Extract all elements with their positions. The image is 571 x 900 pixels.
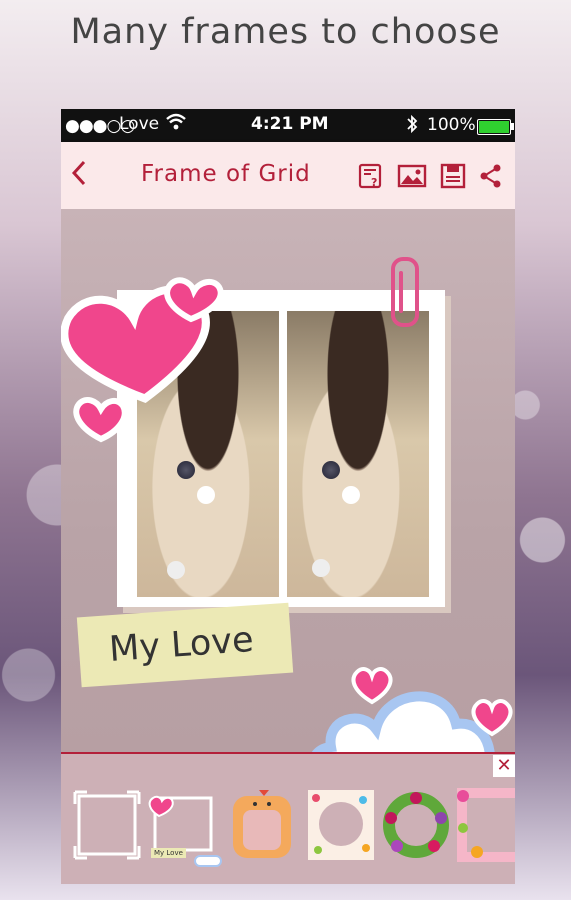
status-bar: ●●●○○ Love 4:21 PM 100%: [61, 109, 515, 142]
hearts-sticker[interactable]: [61, 269, 231, 459]
frame-picker: ✕ My Love: [61, 752, 515, 884]
help-document-icon[interactable]: ?: [357, 162, 385, 190]
page-title: Frame of Grid: [141, 161, 311, 187]
paperclip-sticker[interactable]: [391, 257, 419, 327]
small-heart-sticker-2[interactable]: [469, 696, 515, 738]
carrier-name: Love: [119, 114, 160, 134]
share-icon[interactable]: [477, 162, 505, 190]
frame-thumb-simple[interactable]: [73, 788, 141, 862]
app-toolbar: Frame of Grid ?: [61, 142, 515, 209]
wifi-icon: [165, 113, 187, 136]
svg-text:?: ?: [371, 176, 377, 189]
frame-thumb-my-love[interactable]: My Love: [145, 788, 222, 867]
close-picker-button[interactable]: ✕: [493, 755, 515, 777]
small-heart-sticker[interactable]: [349, 664, 395, 706]
photo-right[interactable]: [287, 311, 429, 597]
image-icon[interactable]: [397, 162, 427, 190]
headline: Many frames to choose: [70, 12, 501, 52]
edit-canvas[interactable]: My Love: [61, 209, 515, 789]
save-icon[interactable]: [439, 162, 467, 190]
frame-thumb-floral[interactable]: [455, 786, 515, 864]
bluetooth-icon: [405, 114, 419, 139]
clock: 4:21 PM: [251, 114, 329, 134]
frame-thumb-wreath[interactable]: [379, 788, 449, 862]
battery-percent: 100%: [427, 115, 476, 135]
back-icon[interactable]: [69, 158, 89, 195]
phone-screen: ●●●○○ Love 4:21 PM 100% Frame of Grid ?: [61, 109, 515, 884]
frame-thumb-chick[interactable]: [231, 788, 299, 862]
battery-icon: [477, 119, 514, 135]
frame-thumb-pattern[interactable]: [308, 788, 376, 862]
frame-thumb-caption: My Love: [151, 848, 186, 858]
